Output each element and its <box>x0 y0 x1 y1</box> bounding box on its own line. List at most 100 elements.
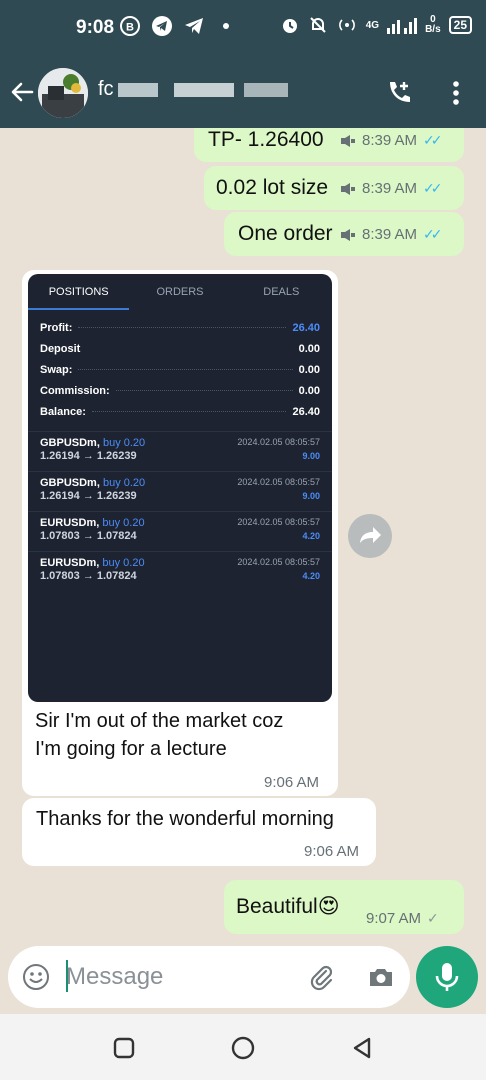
tab-deals: DEALS <box>263 286 300 298</box>
summary-row: Deposit 0.00 <box>40 343 320 355</box>
hotspot-icon <box>338 19 355 31</box>
b-app-icon: B <box>120 16 140 36</box>
summary-label: Profit: <box>40 322 73 334</box>
mute-bell-icon <box>310 17 326 33</box>
outgoing-message[interactable]: 0.02 lot size 8:39 AM ✓✓ <box>204 166 464 210</box>
position-row: EURUSDm, buy 0.20 1.07803 → 1.07824 2024… <box>28 551 332 591</box>
position-profit: 9.00 <box>302 491 320 501</box>
trading-screenshot[interactable]: POSITIONS ORDERS DEALS Profit: 26.40 Depo… <box>28 274 332 702</box>
summary-value: 0.00 <box>298 364 320 376</box>
message-time: 8:39 AM <box>362 132 418 149</box>
network-type: 4G <box>365 19 380 31</box>
contact-name[interactable]: fc <box>98 78 348 106</box>
back-arrow-icon[interactable] <box>8 78 36 106</box>
position-date: 2024.02.05 08:05:57 <box>237 477 320 487</box>
status-time: 9:08 <box>76 17 115 38</box>
system-nav-bar <box>0 1014 486 1080</box>
outgoing-message[interactable]: One order 8:39 AM ✓✓ <box>224 212 464 256</box>
message-meta: 9:07 AM ✓ <box>366 910 439 927</box>
telegram-plane-icon <box>185 18 203 34</box>
summary-row: Commission: 0.00 <box>40 385 320 397</box>
more-options-icon[interactable] <box>444 78 468 108</box>
position-prices: 1.07803 → 1.07824 <box>40 530 137 542</box>
outgoing-message[interactable]: Beautiful😍 9:07 AM ✓ <box>224 880 464 934</box>
recents-icon[interactable] <box>112 1036 136 1060</box>
attachment-icon[interactable] <box>306 962 336 992</box>
position-symbol: EURUSDm, buy 0.20 <box>40 557 145 569</box>
message-meta: 8:39 AM ✓✓ <box>340 132 443 149</box>
summary-row: Swap: 0.00 <box>40 364 320 376</box>
position-row: GBPUSDm, buy 0.20 1.26194 → 1.26239 2024… <box>28 431 332 471</box>
forward-arrow-icon <box>360 527 381 543</box>
summary-value: 26.40 <box>292 406 320 418</box>
position-date: 2024.02.05 08:05:57 <box>237 437 320 447</box>
speaker-icon <box>341 228 355 241</box>
speaker-icon <box>341 134 355 147</box>
summary-value: 0.00 <box>298 385 320 397</box>
status-notification-icons: B <box>119 15 237 37</box>
heart-eyes-emoji-icon: 😍 <box>317 895 340 918</box>
incoming-message[interactable]: Thanks for the wonderful morning 9:06 AM <box>22 798 376 866</box>
message-caption-line1: Sir I'm out of the market coz <box>35 710 284 732</box>
position-profit: 9.00 <box>302 451 320 461</box>
summary-value: 0.00 <box>298 343 320 355</box>
message-text: One order <box>238 222 333 245</box>
outgoing-message[interactable]: TP- 1.26400 8:39 AM ✓✓ <box>194 128 464 162</box>
message-time: 9:06 AM <box>264 774 320 791</box>
trade-tabs: POSITIONS ORDERS DEALS <box>28 274 332 310</box>
back-icon[interactable] <box>350 1036 374 1060</box>
position-prices: 1.26194 → 1.26239 <box>40 450 137 462</box>
tab-orders: ORDERS <box>156 286 204 298</box>
position-row: EURUSDm, buy 0.20 1.07803 → 1.07824 2024… <box>28 511 332 551</box>
chat-header: fc <box>0 56 486 128</box>
summary-value: 26.40 <box>292 322 320 334</box>
summary-label: Commission: <box>40 385 110 397</box>
redacted-name-part <box>243 82 288 97</box>
status-bar: 9:08 B 4G 0 B/s 25 <box>0 0 486 56</box>
position-date: 2024.02.05 08:05:57 <box>237 517 320 527</box>
summary-label: Deposit <box>40 343 81 355</box>
sent-tick-icon: ✓ <box>427 910 439 926</box>
svg-text:B: B <box>126 22 134 34</box>
summary-row: Balance: 26.40 <box>40 406 320 418</box>
summary-label: Swap: <box>40 364 73 376</box>
message-text: Beautiful😍 <box>236 895 340 918</box>
signal-icon <box>387 18 418 34</box>
position-symbol: GBPUSDm, buy 0.20 <box>40 437 146 449</box>
message-input-bar[interactable]: Message <box>8 946 410 1008</box>
read-ticks-icon: ✓✓ <box>423 132 443 148</box>
position-prices: 1.26194 → 1.26239 <box>40 490 137 502</box>
status-system-icons: 4G 0 B/s 25 <box>280 15 472 35</box>
summary-row: Profit: 26.40 <box>40 322 320 334</box>
telegram-icon <box>152 16 172 36</box>
redacted-name-part <box>117 82 158 97</box>
message-meta: 8:39 AM ✓✓ <box>340 180 443 197</box>
speaker-icon <box>341 182 355 195</box>
message-input[interactable]: Message <box>66 963 163 991</box>
home-icon[interactable] <box>231 1036 255 1060</box>
voice-record-button[interactable] <box>416 946 478 1008</box>
tab-positions: POSITIONS <box>28 274 130 310</box>
position-symbol: GBPUSDm, buy 0.20 <box>40 477 146 489</box>
position-profit: 4.20 <box>302 531 320 541</box>
position-date: 2024.02.05 08:05:57 <box>237 557 320 567</box>
position-row: GBPUSDm, buy 0.20 1.26194 → 1.26239 2024… <box>28 471 332 511</box>
redacted-name-part <box>173 82 234 97</box>
microphone-icon <box>435 963 459 991</box>
position-prices: 1.07803 → 1.07824 <box>40 570 137 582</box>
message-text: Thanks for the wonderful morning <box>36 808 334 830</box>
message-meta: 8:39 AM ✓✓ <box>340 226 443 243</box>
data-rate: 0 B/s <box>425 15 441 35</box>
read-ticks-icon: ✓✓ <box>423 180 443 196</box>
read-ticks-icon: ✓✓ <box>423 226 443 242</box>
data-rate-unit: B/s <box>425 24 441 35</box>
forward-button[interactable] <box>348 514 392 558</box>
message-time: 8:39 AM <box>362 226 418 243</box>
avatar[interactable] <box>38 68 88 118</box>
camera-icon[interactable] <box>366 962 396 992</box>
message-time: 8:39 AM <box>362 180 418 197</box>
add-call-icon[interactable] <box>384 78 414 108</box>
battery-icon: 25 <box>448 16 472 34</box>
emoji-icon[interactable] <box>22 963 50 991</box>
chat-area[interactable]: TP- 1.26400 8:39 AM ✓✓ 0.02 lot size 8:3… <box>0 128 486 946</box>
